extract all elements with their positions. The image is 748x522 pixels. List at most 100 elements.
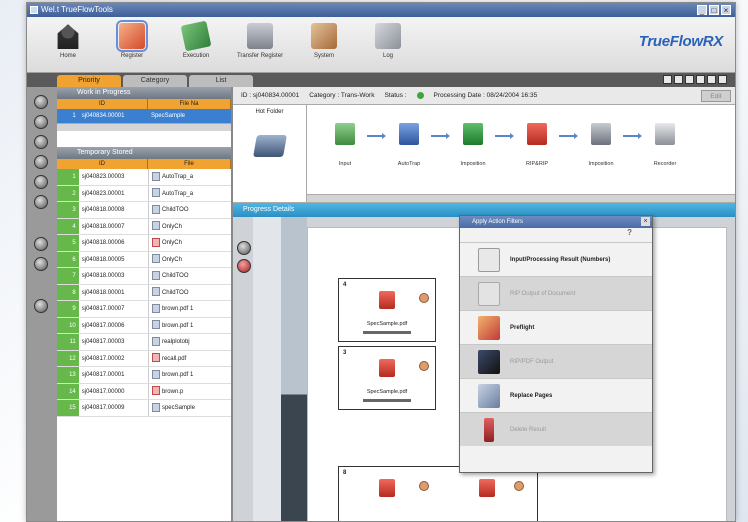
expand-button[interactable]	[237, 241, 251, 255]
table-row[interactable]: 6 sj040818.00005 OnlyCh	[57, 251, 231, 268]
transfer-register-button[interactable]: Transfer Register	[235, 17, 285, 72]
rail-button[interactable]	[34, 115, 48, 129]
tab-priority[interactable]: Priority	[57, 75, 121, 87]
row-number: 1	[57, 169, 79, 185]
table-row[interactable]: 15 sj040817.00009 specSample	[57, 400, 231, 417]
app-window: Wel.t TrueFlowTools _ □ × Home Register …	[26, 2, 736, 522]
tab-category[interactable]: Category	[123, 75, 187, 87]
row-file: AutoTrap_a	[147, 169, 231, 185]
layout-button[interactable]	[707, 75, 716, 84]
table-row[interactable]: 10 sj040817.00006 brown.pdf 1	[57, 317, 231, 334]
table-row[interactable]: 7 sj040818.00003 ChildTOO	[57, 268, 231, 285]
col-file[interactable]: File	[148, 159, 231, 169]
minimize-button[interactable]: _	[697, 5, 707, 15]
table-row[interactable]: 4 sj040818.00007 OnlyCh	[57, 218, 231, 235]
table-row[interactable]: 9 sj040817.00007 brown.pdf 1	[57, 301, 231, 318]
table-row[interactable]: 8 sj040818.00001 ChildTOO	[57, 284, 231, 301]
flow-step-rip[interactable]: RIP&RIP	[513, 123, 561, 167]
layout-button[interactable]	[685, 75, 694, 84]
maximize-button[interactable]: □	[709, 5, 719, 15]
flow-step-input[interactable]: Input	[321, 123, 369, 167]
horizontal-scrollbar[interactable]	[307, 194, 735, 202]
help-icon[interactable]: ?	[460, 228, 652, 242]
rail-button[interactable]	[34, 299, 48, 313]
col-file[interactable]: File Na	[148, 99, 231, 109]
rail-button[interactable]	[34, 155, 48, 169]
page-card[interactable]: 4 SpecSample.pdf	[338, 278, 436, 342]
close-button[interactable]: ×	[721, 5, 731, 15]
execution-button[interactable]: Execution	[171, 17, 221, 72]
printer-icon	[591, 123, 611, 145]
tab-list[interactable]: List	[189, 75, 253, 87]
flow-step-imposition-2[interactable]: Imposition	[577, 123, 625, 167]
col-id[interactable]: ID	[57, 159, 148, 169]
row-id: sj040834.00001	[81, 113, 125, 119]
table-row[interactable]: 1 sj040823.00003 AutoTrap_a	[57, 169, 231, 186]
page-number: 8	[343, 470, 347, 476]
collapse-button[interactable]	[237, 259, 251, 273]
col-id[interactable]: ID	[57, 99, 148, 109]
job-id: ID : sj040834.00001	[241, 92, 300, 99]
progress-rail-dark	[281, 217, 307, 521]
row-number: 8	[57, 284, 79, 300]
job-category: Category : Trans-Work	[309, 92, 375, 99]
horizontal-scrollbar[interactable]	[57, 123, 231, 131]
close-icon[interactable]: ×	[641, 217, 650, 226]
row-file: specSample	[147, 400, 231, 416]
table-row[interactable]: 5 sj040818.00006 OnlyCh	[57, 235, 231, 252]
layout-button[interactable]	[718, 75, 727, 84]
home-icon	[57, 24, 79, 49]
page-card[interactable]: 8	[338, 466, 538, 521]
table-row[interactable]: 14 sj040817.00000 brown.p	[57, 383, 231, 400]
filter-item-preflight[interactable]: Preflight	[460, 310, 652, 344]
table-row[interactable]: 2 sj040823.00001 AutoTrap_a	[57, 185, 231, 202]
flow-step-imposition[interactable]: Imposition	[449, 123, 497, 167]
layout-button[interactable]	[696, 75, 705, 84]
row-number: 3	[57, 202, 79, 218]
log-button[interactable]: Log	[363, 17, 413, 72]
row-id: sj040818.00001	[81, 289, 125, 296]
row-number: 10	[57, 317, 79, 333]
layout-button[interactable]	[663, 75, 672, 84]
row-file: OnlyCh	[147, 235, 231, 251]
register-button[interactable]: Register	[107, 17, 157, 72]
filter-label: Replace Pages	[510, 392, 553, 399]
system-button[interactable]: System	[299, 17, 349, 72]
rail-button[interactable]	[34, 95, 48, 109]
table-row[interactable]: 12 sj040817.00002 recall.pdf	[57, 350, 231, 367]
filter-item-input-processing[interactable]: Input/Processing Result (Numbers)	[460, 242, 652, 276]
row-id: sj040818.00006	[81, 240, 125, 246]
rail-button[interactable]	[34, 135, 48, 149]
row-id: sj040818.00008	[81, 207, 125, 213]
home-button[interactable]: Home	[43, 17, 93, 72]
layout-button[interactable]	[674, 75, 683, 84]
pdf-page-icon	[379, 291, 395, 309]
row-id: sj040818.00005	[81, 256, 125, 263]
flow-step-label: Recorder	[653, 161, 677, 167]
flow-step-autotrap[interactable]: AutoTrap	[385, 123, 433, 167]
hot-folder[interactable]: Hot Folder	[233, 105, 307, 202]
rail-button[interactable]	[34, 257, 48, 271]
table-row[interactable]: 13 sj040817.00001 brown.pdf 1	[57, 367, 231, 384]
row-number: 6	[57, 251, 79, 267]
preflight-icon	[478, 315, 500, 340]
table-row[interactable]: 1 sj040834.00001 SpecSample	[57, 109, 231, 123]
row-file: realplotobj	[147, 334, 231, 350]
flow-step-recorder[interactable]: Recorder	[641, 123, 689, 167]
rip-output-icon	[478, 349, 500, 374]
page-progress-bar	[363, 331, 411, 334]
row-id: sj040823.00003	[81, 174, 125, 180]
page-card[interactable]: 3 SpecSample.pdf	[338, 346, 436, 410]
page-file-label: SpecSample.pdf	[366, 321, 408, 327]
row-file: ChildTOO	[147, 202, 231, 218]
edit-button[interactable]: Edit	[701, 89, 731, 102]
row-number: 7	[57, 268, 79, 284]
rail-button[interactable]	[34, 237, 48, 251]
table-row[interactable]: 11 sj040817.00003 realplotobj	[57, 334, 231, 351]
row-number: 1	[72, 113, 76, 119]
rail-button[interactable]	[34, 195, 48, 209]
rail-button[interactable]	[34, 175, 48, 189]
filter-item-replace-pages[interactable]: Replace Pages	[460, 378, 652, 412]
view-tabs: Priority Category List	[27, 73, 735, 87]
table-row[interactable]: 3 sj040818.00008 ChildTOO	[57, 202, 231, 219]
